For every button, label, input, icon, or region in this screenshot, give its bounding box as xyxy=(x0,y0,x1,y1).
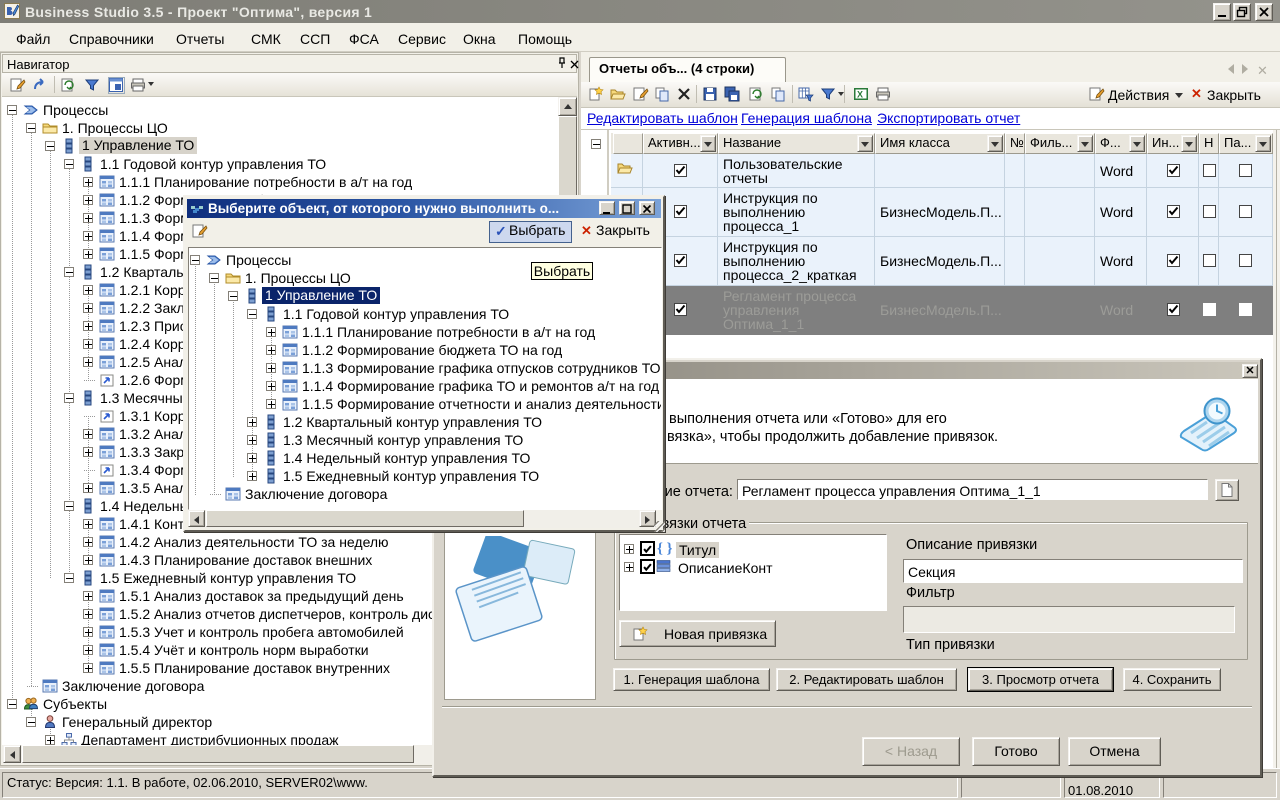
svg-text:{ }: { } xyxy=(657,541,672,556)
svg-text:X: X xyxy=(857,90,863,100)
